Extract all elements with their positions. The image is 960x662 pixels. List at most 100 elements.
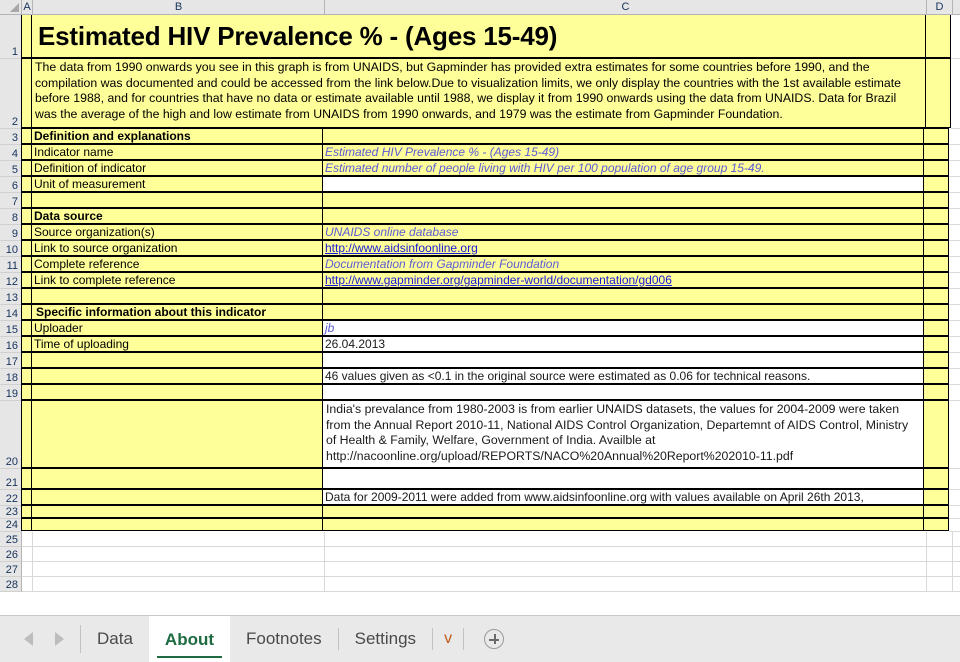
cell-b6-label-unit[interactable]: Unit of measurement bbox=[31, 176, 323, 192]
cell-e17[interactable] bbox=[949, 353, 960, 369]
cell-b24[interactable] bbox=[31, 518, 323, 531]
cell-d10[interactable] bbox=[923, 240, 949, 256]
cell-b21[interactable] bbox=[31, 468, 323, 489]
cell-d18[interactable] bbox=[923, 368, 949, 384]
cell-b10-label-link-source[interactable]: Link to source organization bbox=[31, 240, 323, 256]
row-header-5[interactable]: 5 bbox=[0, 161, 22, 177]
cell-d8[interactable] bbox=[923, 208, 949, 224]
hyperlink-gapminder-docs[interactable]: http://www.gapminder.org/gapminder-world… bbox=[325, 273, 672, 288]
row-header-7[interactable]: 7 bbox=[0, 193, 22, 209]
cell-b8-section-data-source[interactable]: Data source bbox=[31, 208, 323, 224]
tab-settings[interactable]: Settings bbox=[339, 616, 432, 662]
triangle-right-icon[interactable] bbox=[55, 632, 64, 646]
cell-b28[interactable] bbox=[33, 577, 325, 592]
cell-d14[interactable] bbox=[923, 304, 949, 320]
cell-c13[interactable] bbox=[322, 288, 924, 304]
row-header-9[interactable]: 9 bbox=[0, 225, 22, 241]
cell-e9[interactable] bbox=[949, 225, 960, 241]
column-header-d[interactable]: D bbox=[927, 0, 953, 14]
triangle-left-icon[interactable] bbox=[24, 632, 33, 646]
cell-d12[interactable] bbox=[923, 272, 949, 288]
cell-e24[interactable] bbox=[949, 519, 960, 532]
cell-a27[interactable] bbox=[22, 562, 33, 577]
cell-c18-note[interactable]: 46 values given as <0.1 in the original … bbox=[322, 368, 924, 384]
add-sheet-button[interactable] bbox=[464, 616, 524, 662]
cell-b2-intro[interactable]: The data from 1990 onwards you see in th… bbox=[31, 58, 926, 128]
row-header-1[interactable]: 1 bbox=[0, 15, 22, 59]
cell-c3[interactable] bbox=[322, 128, 924, 144]
cell-b7[interactable] bbox=[31, 192, 323, 208]
cell-a26[interactable] bbox=[22, 547, 33, 562]
cell-e22[interactable] bbox=[949, 490, 960, 506]
cell-c27[interactable] bbox=[325, 562, 927, 577]
row-header-11[interactable]: 11 bbox=[0, 257, 22, 273]
cell-d24[interactable] bbox=[923, 518, 949, 531]
cell-e16[interactable] bbox=[949, 337, 960, 353]
cell-b5-label-definition[interactable]: Definition of indicator bbox=[31, 160, 323, 176]
cell-c26[interactable] bbox=[325, 547, 927, 562]
cell-e13[interactable] bbox=[949, 289, 960, 305]
row-header-18[interactable]: 18 bbox=[0, 369, 22, 385]
cell-e28[interactable] bbox=[953, 577, 960, 592]
cell-d17[interactable] bbox=[923, 352, 949, 368]
cell-c7[interactable] bbox=[322, 192, 924, 208]
cell-d11[interactable] bbox=[923, 256, 949, 272]
row-header-17[interactable]: 17 bbox=[0, 353, 22, 369]
cell-b26[interactable] bbox=[33, 547, 325, 562]
row-header-22[interactable]: 22 bbox=[0, 490, 22, 506]
cell-d19[interactable] bbox=[923, 384, 949, 400]
cell-e5[interactable] bbox=[949, 161, 960, 177]
tab-footnotes[interactable]: Footnotes bbox=[230, 616, 338, 662]
row-header-25[interactable]: 25 bbox=[0, 532, 22, 547]
cell-d20[interactable] bbox=[923, 400, 949, 468]
cell-e7[interactable] bbox=[949, 193, 960, 209]
cell-c20-india-note[interactable]: India's prevalance from 1980-2003 is fro… bbox=[322, 400, 924, 468]
select-all-corner[interactable] bbox=[0, 0, 22, 14]
cell-d13[interactable] bbox=[923, 288, 949, 304]
cell-b9-label-source-org[interactable]: Source organization(s) bbox=[31, 224, 323, 240]
cell-b25[interactable] bbox=[33, 532, 325, 547]
cell-c22-note[interactable]: Data for 2009-2011 were added from www.a… bbox=[322, 489, 924, 505]
cell-c8[interactable] bbox=[322, 208, 924, 224]
row-header-3[interactable]: 3 bbox=[0, 129, 22, 145]
row-header-6[interactable]: 6 bbox=[0, 177, 22, 193]
cell-b27[interactable] bbox=[33, 562, 325, 577]
tab-about[interactable]: About bbox=[149, 616, 230, 662]
cell-c28[interactable] bbox=[325, 577, 927, 592]
cell-d6[interactable] bbox=[923, 176, 949, 192]
cell-a28[interactable] bbox=[22, 577, 33, 592]
cell-d26[interactable] bbox=[927, 547, 953, 562]
cell-c21[interactable] bbox=[322, 468, 924, 489]
cell-d5[interactable] bbox=[923, 160, 949, 176]
cell-e25[interactable] bbox=[953, 532, 960, 547]
cell-b17[interactable] bbox=[31, 352, 323, 368]
cell-c9-value-source-org[interactable]: UNAIDS online database bbox=[322, 224, 924, 240]
cell-e15[interactable] bbox=[949, 321, 960, 337]
cell-c11-value-complete-reference[interactable]: Documentation from Gapminder Foundation bbox=[322, 256, 924, 272]
hyperlink-aidsinfoonline[interactable]: http://www.aidsinfoonline.org bbox=[325, 241, 478, 256]
cell-b20[interactable] bbox=[31, 400, 323, 468]
cell-c19[interactable] bbox=[322, 384, 924, 400]
cell-e2[interactable] bbox=[951, 59, 960, 129]
cell-d25[interactable] bbox=[927, 532, 953, 547]
cell-e27[interactable] bbox=[953, 562, 960, 577]
cell-e21[interactable] bbox=[949, 469, 960, 490]
cell-d2[interactable] bbox=[925, 58, 951, 128]
cell-e10[interactable] bbox=[949, 241, 960, 257]
row-header-23[interactable]: 23 bbox=[0, 506, 22, 519]
cell-b1-title[interactable]: Estimated HIV Prevalence % - (Ages 15-49… bbox=[31, 15, 926, 58]
cell-c23[interactable] bbox=[322, 505, 924, 518]
cell-d21[interactable] bbox=[923, 468, 949, 489]
cell-b19[interactable] bbox=[31, 384, 323, 400]
cell-d22[interactable] bbox=[923, 489, 949, 505]
cell-b13[interactable] bbox=[31, 288, 323, 304]
cell-b4-label-indicator-name[interactable]: Indicator name bbox=[31, 144, 323, 160]
cell-b23[interactable] bbox=[31, 505, 323, 518]
tab-overflow-v[interactable]: v bbox=[433, 616, 463, 662]
cell-e20[interactable] bbox=[949, 401, 960, 469]
cell-c12-link-complete-reference[interactable]: http://www.gapminder.org/gapminder-world… bbox=[322, 272, 924, 288]
row-header-20[interactable]: 20 bbox=[0, 401, 22, 469]
row-header-19[interactable]: 19 bbox=[0, 385, 22, 401]
cell-c5-value-definition[interactable]: Estimated number of people living with H… bbox=[322, 160, 924, 176]
cell-e23[interactable] bbox=[949, 506, 960, 519]
